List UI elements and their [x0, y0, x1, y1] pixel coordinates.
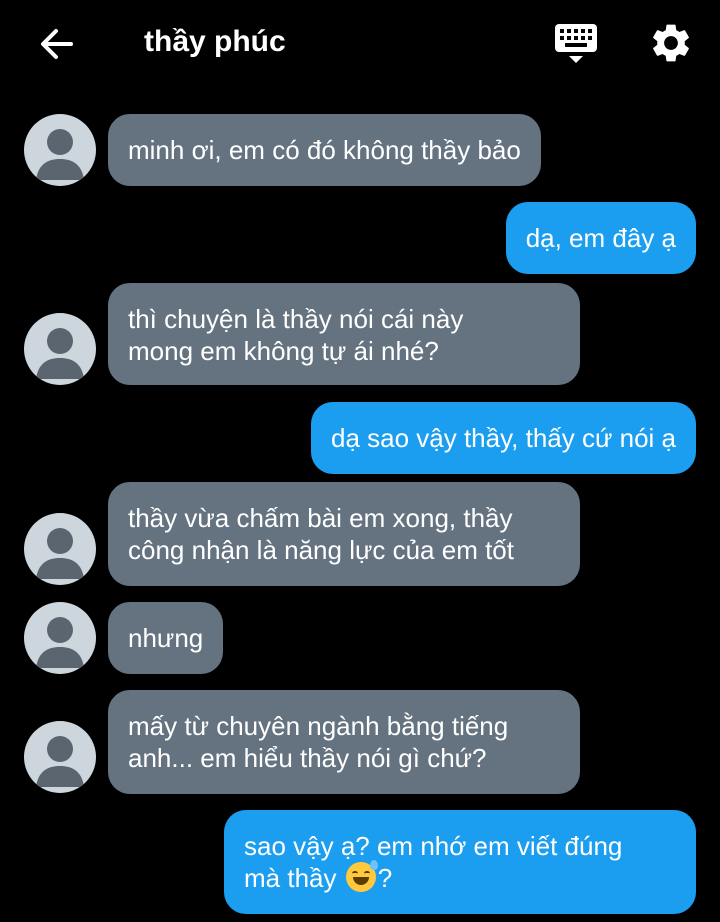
- message-text: mong em không tự ái nhé?: [128, 336, 439, 366]
- settings-button[interactable]: [648, 20, 694, 66]
- arrow-left-icon: [41, 29, 73, 59]
- sender-avatar[interactable]: [24, 114, 96, 186]
- message-text: ?: [377, 863, 393, 893]
- message-text: mấy từ chuyên ngành bằng tiếng: [128, 711, 509, 741]
- default-avatar-icon: [36, 617, 84, 668]
- message-bubble-incoming[interactable]: mấy từ chuyên ngành bằng tiếng anh... em…: [108, 690, 580, 794]
- chat-title: thầy phúc: [144, 25, 286, 58]
- sender-avatar[interactable]: [24, 313, 96, 385]
- message-text: sao vậy ạ? em nhớ em viết đúng: [244, 831, 623, 861]
- message-text: anh... em hiểu thầy nói gì chứ?: [128, 743, 487, 773]
- message-bubble-incoming[interactable]: thì chuyện là thầy nói cái này mong em k…: [108, 283, 580, 385]
- message-bubble-incoming[interactable]: minh ơi, em có đó không thầy bảo: [108, 114, 541, 186]
- message-bubble-outgoing[interactable]: sao vậy ạ? em nhớ em viết đúng mà thầy ?: [224, 810, 696, 914]
- sender-avatar[interactable]: [24, 602, 96, 674]
- default-avatar-icon: [36, 736, 84, 787]
- message-text: mà thầy: [244, 863, 337, 893]
- message-bubble-incoming[interactable]: thầy vừa chấm bài em xong, thầy công nhậ…: [108, 482, 580, 586]
- keyboard-icon: [555, 24, 597, 63]
- message-text: dạ sao vậy thầy, thấy cứ nói ạ: [330, 423, 676, 453]
- keyboard-button[interactable]: [553, 22, 599, 66]
- message-text: minh ơi, em có đó không thầy bảo: [128, 135, 521, 165]
- message-text-line: mà thầy ?: [244, 860, 676, 894]
- default-avatar-icon: [36, 129, 84, 180]
- chat-header: thầy phúc: [0, 0, 720, 86]
- message-text: dạ, em đây ạ: [525, 223, 676, 253]
- back-button[interactable]: [34, 22, 78, 66]
- message-bubble-outgoing[interactable]: dạ sao vậy thầy, thấy cứ nói ạ: [310, 402, 696, 474]
- default-avatar-icon: [36, 328, 84, 379]
- message-text: nhưng: [128, 623, 204, 653]
- grinning-sweat-emoji-icon: [345, 860, 378, 892]
- sender-avatar[interactable]: [24, 513, 96, 585]
- gear-icon: [653, 24, 689, 62]
- message-bubble-outgoing[interactable]: dạ, em đây ạ: [505, 202, 696, 274]
- message-bubble-incoming[interactable]: nhưng: [108, 602, 224, 674]
- default-avatar-icon: [36, 528, 84, 579]
- chat-screen: thầy phúc minh ơi, em có đó không thầy b…: [0, 0, 720, 922]
- message-text: thầy vừa chấm bài em xong, thầy: [128, 503, 513, 533]
- message-text: công nhận là năng lực của em tốt: [128, 535, 514, 565]
- sender-avatar[interactable]: [24, 721, 96, 793]
- message-text: thì chuyện là thầy nói cái này: [128, 304, 464, 334]
